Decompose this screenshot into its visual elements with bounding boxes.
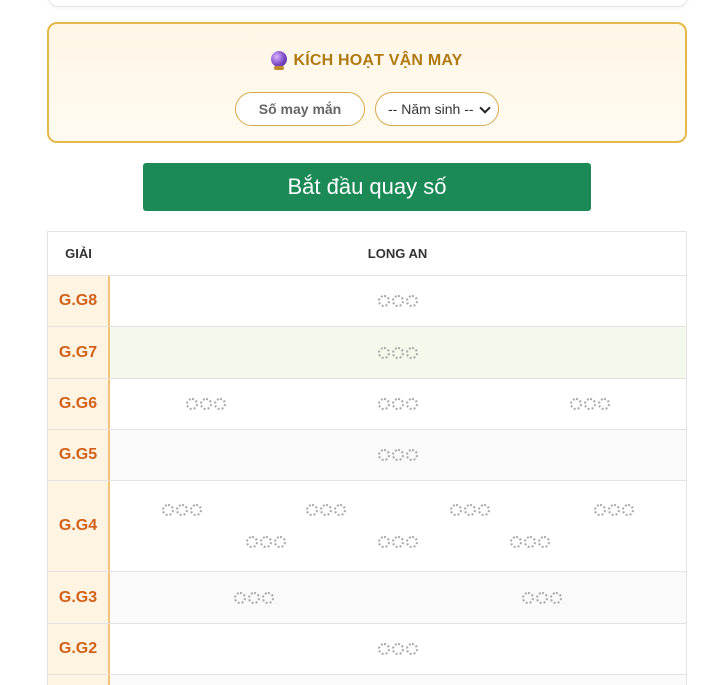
spinner-icon (509, 533, 551, 551)
prize-label: G.G7 (48, 327, 110, 378)
table-row: G.G4 (48, 481, 686, 572)
prize-label (48, 675, 110, 685)
header-prize: GIẢI (65, 246, 92, 261)
prize-cells-line (110, 533, 686, 551)
table-row: G.G7 (48, 327, 686, 379)
spinner-icon (377, 533, 419, 551)
spinner-icon (185, 395, 227, 413)
chevron-down-icon (479, 102, 491, 114)
birth-year-select[interactable]: -- Năm sinh -- (375, 92, 499, 126)
prize-cells (110, 572, 686, 623)
results-table: GIẢI LONG AN G.G8 G.G7 G.G6 G.G5 G.G4 G.… (47, 231, 687, 685)
prize-label: G.G2 (48, 624, 110, 674)
prize-cells (110, 624, 686, 674)
lucky-number-input[interactable] (235, 92, 365, 126)
spinner-icon (377, 640, 419, 658)
prize-label: G.G4 (48, 481, 110, 571)
spinner-icon (233, 589, 275, 607)
spinner-icon (305, 501, 347, 519)
spinner-icon (377, 344, 419, 362)
start-spin-button[interactable]: Bắt đầu quay số (143, 163, 591, 211)
spinner-icon (377, 446, 419, 464)
prize-cells (110, 481, 686, 571)
table-row: G.G3 (48, 572, 686, 624)
prize-cells (110, 276, 686, 326)
prize-label: G.G5 (48, 430, 110, 480)
spinner-icon (593, 501, 635, 519)
lucky-activation-box: KÍCH HOẠT VẬN MAY -- Năm sinh -- (47, 22, 687, 143)
prize-label: G.G3 (48, 572, 110, 623)
table-row: G.G8 (48, 276, 686, 327)
crystal-ball-icon (271, 51, 288, 70)
page: KÍCH HOẠT VẬN MAY -- Năm sinh -- Bắt đầu… (0, 0, 712, 685)
header-province: LONG AN (367, 246, 428, 261)
prize-cells (110, 379, 686, 429)
previous-card (48, 0, 688, 7)
table-header: GIẢI LONG AN (48, 232, 686, 276)
table-row (48, 675, 686, 685)
spinner-icon (377, 395, 419, 413)
spinner-icon (569, 395, 611, 413)
spinner-icon (521, 589, 563, 607)
lucky-controls: -- Năm sinh -- (49, 92, 685, 126)
prize-cells (110, 430, 686, 480)
prize-label: G.G6 (48, 379, 110, 429)
lucky-title-text: KÍCH HOẠT VẬN MAY (293, 52, 463, 69)
prize-cells (110, 675, 686, 685)
lucky-title: KÍCH HOẠT VẬN MAY (49, 51, 685, 70)
table-row: G.G2 (48, 624, 686, 675)
prize-cells-line (110, 501, 686, 519)
spinner-icon (161, 501, 203, 519)
spinner-icon (245, 533, 287, 551)
table-row: G.G6 (48, 379, 686, 430)
spinner-icon (449, 501, 491, 519)
table-row: G.G5 (48, 430, 686, 481)
prize-label: G.G8 (48, 276, 110, 326)
prize-cells (110, 327, 686, 378)
birth-year-select-value: -- Năm sinh -- (388, 101, 474, 117)
spinner-icon (377, 292, 419, 310)
